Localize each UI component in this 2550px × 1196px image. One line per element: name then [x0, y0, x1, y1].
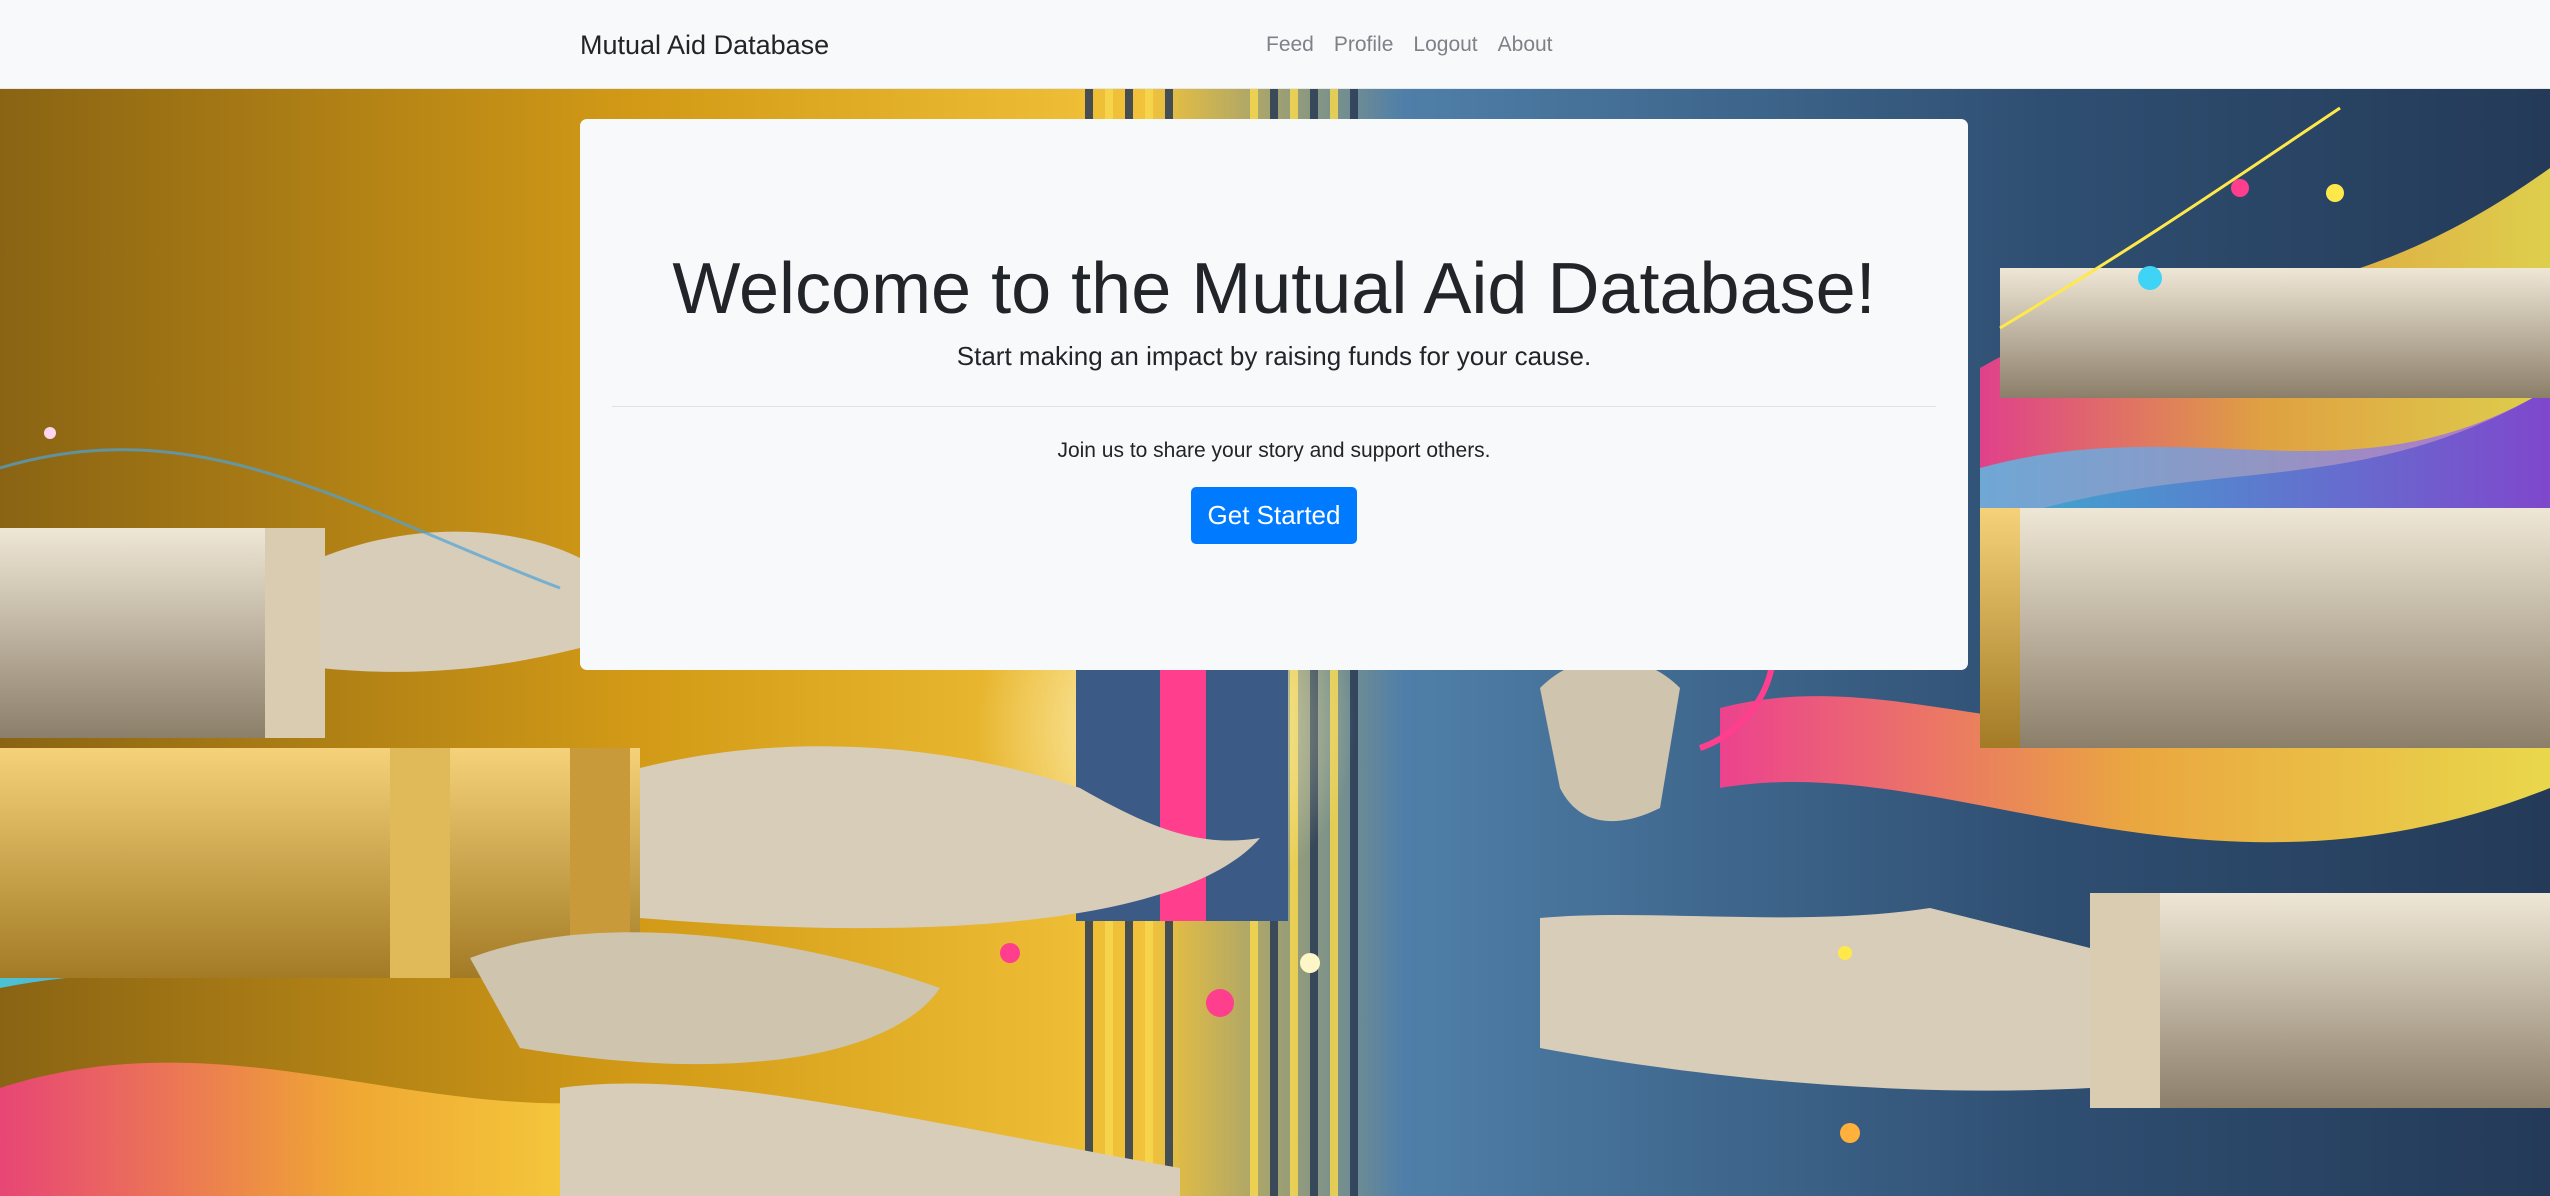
nav-link-about[interactable]: About — [1488, 30, 1563, 60]
brand-link[interactable]: Mutual Aid Database — [580, 30, 829, 61]
jumbotron-card: Welcome to the Mutual Aid Database! Star… — [580, 119, 1968, 670]
nav-link-feed[interactable]: Feed — [1256, 30, 1324, 60]
nav-link-profile[interactable]: Profile — [1324, 30, 1404, 60]
body-text: Join us to share your story and support … — [1057, 439, 1491, 462]
nav-links: Feed Profile Logout About — [1256, 30, 1563, 60]
divider — [612, 406, 1936, 407]
navbar: Mutual Aid Database Feed Profile Logout … — [0, 0, 2550, 89]
lead-text: Start making an impact by raising funds … — [956, 341, 1592, 371]
nav-link-logout[interactable]: Logout — [1403, 30, 1487, 60]
page-title: Welcome to the Mutual Aid Database! — [672, 249, 1876, 329]
get-started-button[interactable]: Get Started — [1191, 487, 1357, 544]
